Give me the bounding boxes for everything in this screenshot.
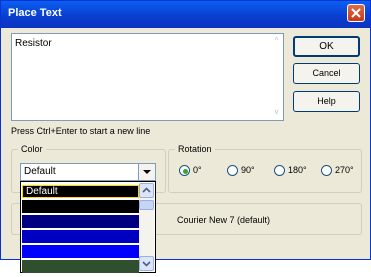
text-input[interactable]: Resistor ^ v	[11, 33, 284, 121]
color-option-dark-blue[interactable]	[22, 230, 139, 243]
help-button[interactable]: Help	[293, 91, 360, 112]
cancel-button[interactable]: Cancel	[293, 63, 360, 84]
radio-circle	[274, 165, 285, 176]
font-label: Courier New 7 (default)	[177, 215, 271, 225]
color-dropdown-list[interactable]: Default	[20, 181, 156, 273]
color-select-button[interactable]	[138, 164, 155, 180]
close-button[interactable]	[347, 4, 365, 22]
dropdown-scrollbar[interactable]	[139, 183, 154, 271]
close-icon	[351, 8, 361, 18]
rotation-0-label: 0°	[193, 165, 202, 175]
color-select-value: Default	[24, 166, 56, 177]
title-bar[interactable]: Place Text	[1, 1, 370, 28]
rotation-180-label: 180°	[288, 165, 307, 175]
color-option-default[interactable]: Default	[22, 185, 139, 198]
color-option-navy[interactable]	[22, 215, 139, 228]
scroll-up-button[interactable]	[139, 183, 154, 198]
chevron-down-icon	[143, 170, 151, 174]
radio-circle	[321, 165, 332, 176]
scroll-down-arrow-icon[interactable]: v	[271, 107, 282, 118]
text-input-value: Resistor	[15, 38, 52, 49]
chevron-up-icon	[142, 187, 151, 193]
chevron-down-icon	[142, 261, 151, 267]
scroll-down-button[interactable]	[139, 256, 154, 271]
scroll-up-arrow-icon[interactable]: ^	[271, 36, 282, 47]
color-option-label: Default	[26, 186, 58, 197]
scroll-thumb[interactable]	[139, 200, 154, 210]
color-option-blue[interactable]	[22, 245, 139, 258]
color-option-dark-green[interactable]	[22, 260, 139, 273]
radio-circle	[179, 165, 190, 176]
radio-circle	[227, 165, 238, 176]
color-select[interactable]: Default	[20, 163, 156, 181]
window-title: Place Text	[8, 7, 62, 19]
rotation-270-label: 270°	[335, 165, 354, 175]
color-option-black[interactable]	[22, 200, 139, 213]
ok-button[interactable]: OK	[293, 36, 360, 57]
color-group-label: Color	[18, 144, 46, 154]
rotation-group-label: Rotation	[175, 144, 215, 154]
newline-hint: Press Ctrl+Enter to start a new line	[11, 126, 151, 136]
radio-selected-dot	[183, 169, 188, 174]
rotation-90-label: 90°	[241, 165, 255, 175]
